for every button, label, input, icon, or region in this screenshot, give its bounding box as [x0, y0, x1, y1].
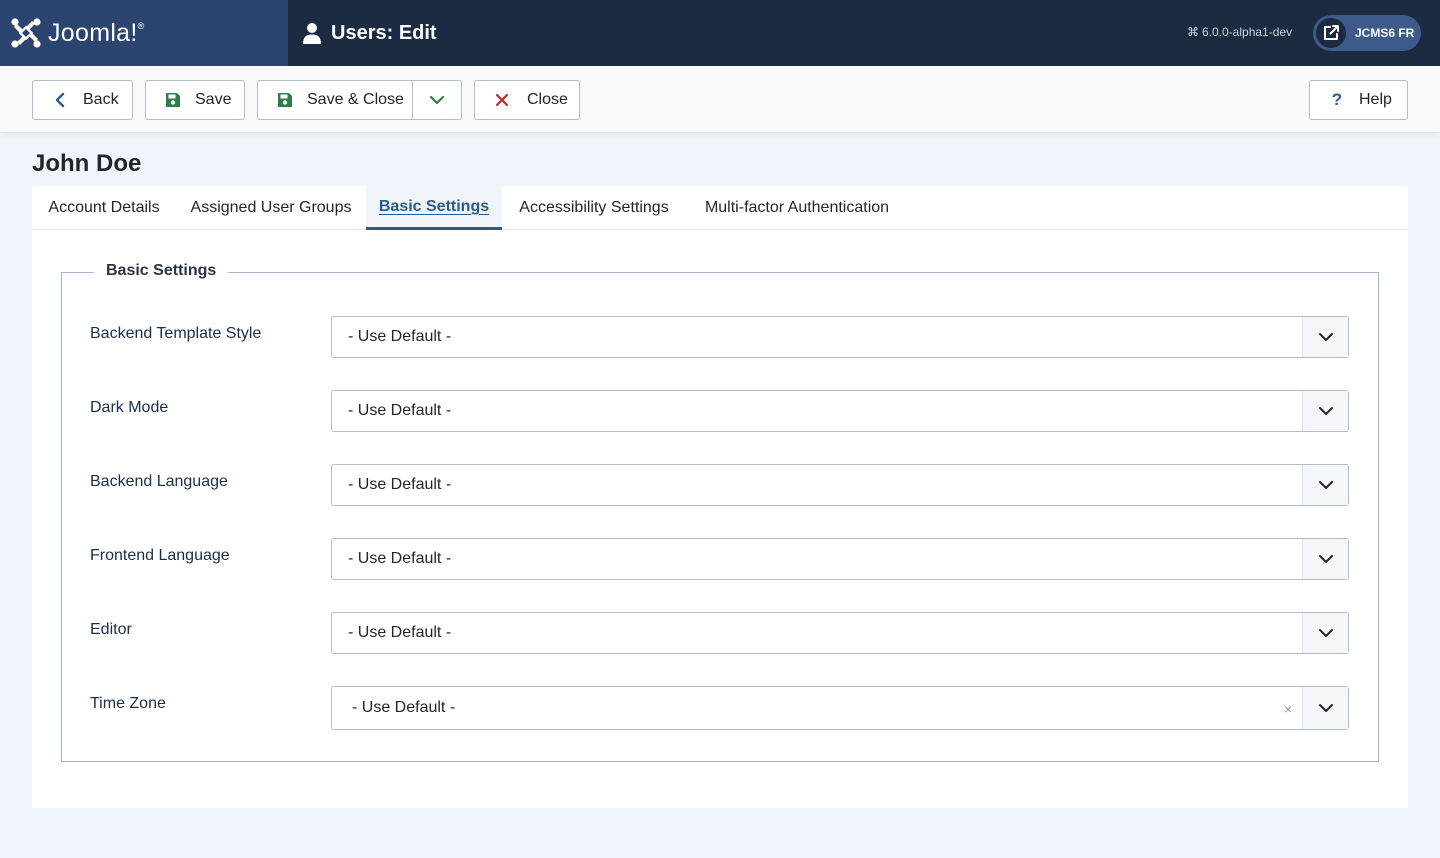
chevron-down-icon[interactable]: [1302, 391, 1348, 431]
page-title: Users: Edit: [331, 21, 437, 44]
backend-language-label: Backend Language: [90, 473, 228, 490]
version-text: 6.0.0-alpha1-dev: [1202, 25, 1293, 39]
tab-multi-factor-authentication[interactable]: Multi-factor Authentication: [686, 186, 908, 230]
joomla-logo-icon: [11, 18, 41, 48]
close-x-icon: [493, 91, 511, 109]
fieldset-legend: Basic Settings: [94, 262, 229, 280]
chevron-down-icon: [428, 91, 446, 109]
floppy-disk-icon: [164, 91, 182, 109]
select-value: - Use Default -: [348, 328, 452, 345]
user-icon: [303, 23, 321, 44]
chevron-down-icon[interactable]: [1302, 613, 1348, 653]
backend-template-style-label: Backend Template Style: [90, 325, 262, 342]
brand-name: Joomla!®: [48, 18, 145, 47]
chevron-left-icon: [51, 91, 69, 109]
chevron-down-icon[interactable]: [1302, 687, 1348, 729]
select-value: - Use Default -: [348, 402, 452, 419]
floppy-disk-icon: [276, 91, 294, 109]
page-title-area: Users: Edit: [302, 0, 437, 66]
save-button[interactable]: Save: [145, 80, 245, 120]
edit-card: Account Details Assigned User Groups Bas…: [32, 186, 1408, 808]
toolbar: Back Save Save & Close Close ? Help: [0, 66, 1440, 133]
site-link-button[interactable]: JCMS6 FR: [1313, 15, 1421, 51]
back-label: Back: [83, 91, 119, 108]
select-value: - Use Default -: [352, 699, 456, 716]
save-label: Save: [195, 91, 232, 108]
version-info: ⌘ 6.0.0-alpha1-dev: [1187, 25, 1292, 39]
backend-template-style-select[interactable]: - Use Default -: [331, 316, 1349, 358]
select-value: - Use Default -: [348, 550, 452, 567]
help-label: Help: [1359, 91, 1392, 108]
tab-bar: Account Details Assigned User Groups Bas…: [32, 186, 1408, 230]
dark-mode-label: Dark Mode: [90, 399, 169, 416]
editor-label: Editor: [90, 621, 132, 638]
frontend-language-select[interactable]: - Use Default -: [331, 538, 1349, 580]
top-header: Joomla!® Users: Edit ⌘ 6.0.0-alpha1-dev …: [0, 0, 1440, 66]
save-close-label: Save & Close: [307, 91, 404, 108]
tab-assigned-user-groups[interactable]: Assigned User Groups: [176, 186, 366, 230]
tab-accessibility-settings[interactable]: Accessibility Settings: [502, 186, 686, 230]
backend-language-select[interactable]: - Use Default -: [331, 464, 1349, 506]
select-value: - Use Default -: [348, 624, 452, 641]
tab-basic-settings[interactable]: Basic Settings: [366, 186, 502, 230]
record-name: John Doe: [32, 150, 142, 177]
save-options-dropdown-button[interactable]: [412, 80, 462, 120]
help-button[interactable]: ? Help: [1309, 80, 1408, 120]
tab-account-details[interactable]: Account Details: [32, 186, 176, 230]
close-button[interactable]: Close: [474, 80, 580, 120]
editor-select[interactable]: - Use Default -: [331, 612, 1349, 654]
chevron-down-icon[interactable]: [1302, 317, 1348, 357]
close-label: Close: [527, 91, 568, 108]
command-key-icon: ⌘: [1187, 25, 1199, 39]
site-label: JCMS6 FR: [1355, 26, 1415, 40]
external-link-icon: [1316, 18, 1346, 48]
save-close-button[interactable]: Save & Close: [257, 80, 413, 120]
chevron-down-icon[interactable]: [1302, 465, 1348, 505]
select-value: - Use Default -: [348, 476, 452, 493]
chevron-down-icon[interactable]: [1302, 539, 1348, 579]
time-zone-label: Time Zone: [90, 695, 166, 712]
time-zone-select[interactable]: - Use Default - ×: [331, 686, 1349, 730]
frontend-language-label: Frontend Language: [90, 547, 230, 564]
question-mark-icon: ?: [1331, 90, 1343, 109]
dark-mode-select[interactable]: - Use Default -: [331, 390, 1349, 432]
back-button[interactable]: Back: [32, 80, 133, 120]
clear-selection-icon[interactable]: ×: [1284, 701, 1292, 717]
brand-area[interactable]: Joomla!®: [0, 0, 288, 66]
